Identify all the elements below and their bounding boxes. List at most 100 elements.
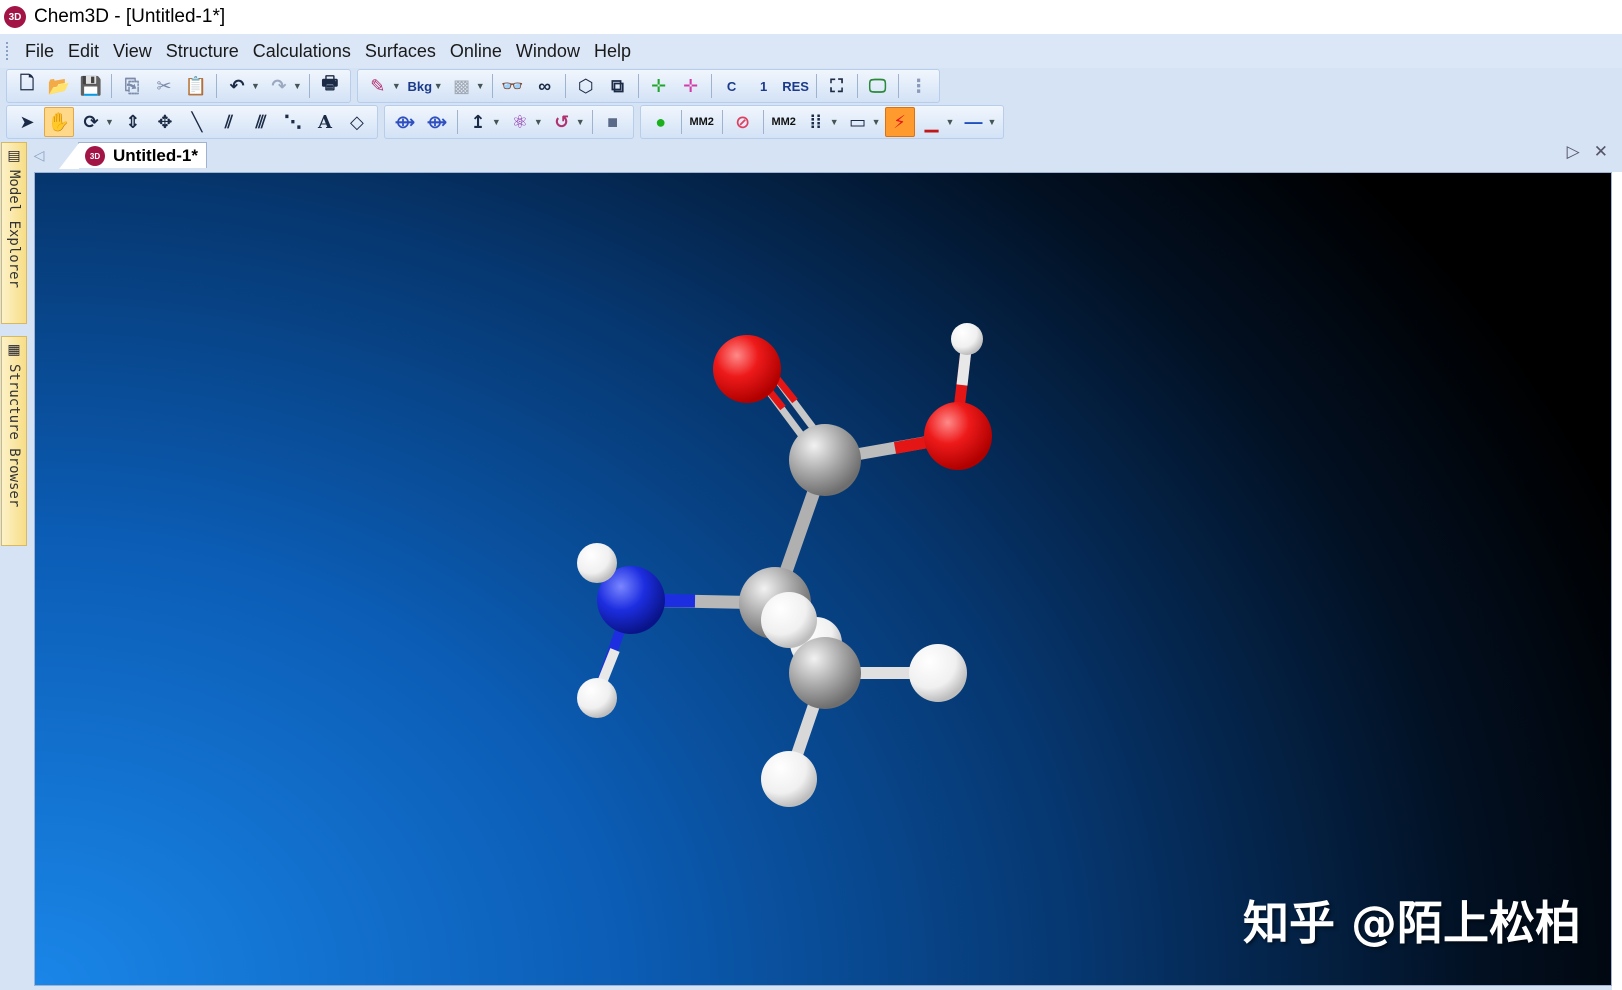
double-bond-icon[interactable]: ⫽ xyxy=(214,107,244,137)
structure-browser-icon: ▦ xyxy=(7,341,21,357)
zoom-icon[interactable]: ⇕ xyxy=(118,107,148,137)
model-canvas[interactable]: 知乎 @陌上松柏 xyxy=(34,172,1612,986)
triple-bond-icon[interactable]: ⫻ xyxy=(246,107,276,137)
close-document-icon[interactable]: ✕ xyxy=(1594,142,1608,162)
model-toolbar: ⟴ ⟴ ↥ ▼ ⚛ ▼ ↺ ▼ ■ xyxy=(383,105,634,139)
atom-h-amine-2 xyxy=(577,678,617,718)
window-right-edge xyxy=(1612,172,1622,990)
model-explorer-icon: ▤ xyxy=(7,147,21,163)
atom-h-amine-1 xyxy=(577,543,617,583)
atom-carbon-beta xyxy=(789,637,861,709)
window-title: Chem3D - [Untitled-1*] xyxy=(34,6,226,27)
building-toolbar-row: ➤ ✋ ⟳ ▼ ⇕ ✥ ╲ ⫽ ⫻ ⋱ A ◇ ⟴ ⟴ ↥ ▼ ⚛ ▼ ↺ ▼ ■ ● … xyxy=(0,104,1622,140)
axis-icon[interactable]: ↥ xyxy=(463,107,493,137)
menu-bar: File Edit View Structure Calculations Su… xyxy=(0,34,1622,68)
select-arrow-icon[interactable]: ➤ xyxy=(12,107,42,137)
presentation-icon[interactable]: 🖵 xyxy=(863,71,893,101)
open-folder-icon[interactable]: 📂 xyxy=(44,71,74,101)
line-width-icon[interactable]: ― xyxy=(958,107,988,137)
background-color-button[interactable]: Bkg xyxy=(405,71,435,101)
mm2-minimize-button[interactable]: MM2 xyxy=(687,107,717,137)
single-bond-icon[interactable]: ╲ xyxy=(182,107,212,137)
hand-pan-icon[interactable]: ✋ xyxy=(44,107,74,137)
more-options-icon[interactable]: ⋮ xyxy=(904,71,934,101)
rotate-x-icon[interactable]: ⟴ xyxy=(390,107,420,137)
show-carbon-labels-button[interactable]: C xyxy=(717,71,747,101)
scroll-tabs-right-icon[interactable]: ▷ xyxy=(1567,142,1580,162)
rotation-dial-dropdown-icon[interactable]: ▼ xyxy=(576,117,585,127)
text-tool-icon[interactable]: A xyxy=(310,107,340,137)
menu-edit[interactable]: Edit xyxy=(61,41,106,62)
menu-help[interactable]: Help xyxy=(587,41,638,62)
dashed-bond-icon[interactable]: ⋱ xyxy=(278,107,308,137)
menu-surfaces[interactable]: Surfaces xyxy=(358,41,443,62)
surface-icon[interactable]: ▁ xyxy=(917,107,947,137)
copy-icon[interactable]: ⎘ xyxy=(117,71,147,101)
structure-browser-tab[interactable]: ▦ Structure Browser xyxy=(1,336,27,546)
stereo-glasses-icon[interactable]: 👓 xyxy=(498,71,528,101)
lightning-icon[interactable]: ⚡ xyxy=(884,107,915,137)
move-view-icon[interactable]: ✛ xyxy=(676,71,706,101)
model-explorer-tab[interactable]: ▤ Model Explorer xyxy=(1,142,27,324)
show-serial-numbers-button[interactable]: 1 xyxy=(749,71,779,101)
save-icon[interactable]: 💾 xyxy=(76,71,106,101)
fit-icon[interactable]: ⧉ xyxy=(603,71,633,101)
print-icon[interactable]: 🖶 xyxy=(315,71,345,101)
spectrum-dropdown-icon[interactable]: ▼ xyxy=(830,117,839,127)
color-picker-icon[interactable]: ✎ xyxy=(363,71,393,101)
fullscreen-icon[interactable]: ⛶ xyxy=(822,71,852,101)
no-clean-icon[interactable]: ⊘ xyxy=(728,107,758,137)
document-tab-strip: ◁ 3D Untitled-1* ▷ ✕ xyxy=(30,140,1622,169)
redo-icon[interactable]: ↷ xyxy=(264,71,294,101)
menu-structure[interactable]: Structure xyxy=(159,41,246,62)
gradient-dropdown-icon[interactable]: ▼ xyxy=(476,81,485,91)
paste-icon[interactable]: 📋 xyxy=(181,71,211,101)
menu-file[interactable]: File xyxy=(18,41,61,62)
rotation-dial-icon[interactable]: ↺ xyxy=(547,107,577,137)
surface-dropdown-icon[interactable]: ▼ xyxy=(946,117,955,127)
stereo-pair-icon[interactable]: ∞ xyxy=(530,71,560,101)
move-model-icon[interactable]: ✛ xyxy=(644,71,674,101)
axis-dropdown-icon[interactable]: ▼ xyxy=(492,117,501,127)
line-width-dropdown-icon[interactable]: ▼ xyxy=(987,117,996,127)
redo-dropdown-icon[interactable]: ▼ xyxy=(293,81,302,91)
standard-toolbar-row: 🗋 📂 💾 ⎘ ✂ 📋 ↶ ▼ ↷ ▼ 🖶 ✎ ▼ Bkg ▼ ▩ ▼ 👓 ∞ ⬡ ⧉ ✛ xyxy=(0,68,1622,104)
rotate-dropdown-icon[interactable]: ▼ xyxy=(105,117,114,127)
undo-icon[interactable]: ↶ xyxy=(222,71,252,101)
stop-icon[interactable]: ■ xyxy=(598,107,628,137)
menu-window[interactable]: Window xyxy=(509,41,587,62)
table-dropdown-icon[interactable]: ▼ xyxy=(872,117,881,127)
menu-online[interactable]: Online xyxy=(443,41,509,62)
rotate-y-icon[interactable]: ⟴ xyxy=(422,107,452,137)
perspective-icon[interactable]: ⬡ xyxy=(571,71,601,101)
structure-browser-label: Structure Browser xyxy=(6,364,22,508)
undo-dropdown-icon[interactable]: ▼ xyxy=(251,81,260,91)
molecule-view[interactable] xyxy=(35,173,1612,986)
tab-untitled-1[interactable]: 3D Untitled-1* xyxy=(59,142,207,169)
document-tab-label: Untitled-1* xyxy=(113,145,198,165)
gradient-icon[interactable]: ▩ xyxy=(447,71,477,101)
table-icon[interactable]: ▭ xyxy=(843,107,873,137)
rotate-icon[interactable]: ⟳ xyxy=(76,107,106,137)
scroll-tabs-left-icon[interactable]: ◁ xyxy=(30,142,48,168)
show-residues-button[interactable]: RES xyxy=(781,71,811,101)
view-toolbar: ✎ ▼ Bkg ▼ ▩ ▼ 👓 ∞ ⬡ ⧉ ✛ ✛ C 1 RES ⛶ 🖵 ⋮ xyxy=(356,69,940,103)
spectrum-icon[interactable]: ⁞⁞ xyxy=(801,107,831,137)
new-file-icon[interactable]: 🗋 xyxy=(12,71,42,101)
title-bar: 3D Chem3D - [Untitled-1*] xyxy=(0,0,1622,34)
chem3d-app-icon[interactable]: 3D xyxy=(4,6,26,28)
mm2-dynamics-button[interactable]: MM2 xyxy=(769,107,799,137)
bkg-dropdown-icon[interactable]: ▼ xyxy=(434,81,443,91)
model-display-dropdown-icon[interactable]: ▼ xyxy=(534,117,543,127)
cut-icon[interactable]: ✂ xyxy=(149,71,179,101)
model-display-icon[interactable]: ⚛ xyxy=(505,107,535,137)
menubar-grip[interactable] xyxy=(6,42,10,60)
atom-h-methyl-bottom xyxy=(761,751,817,807)
eraser-icon[interactable]: ◇ xyxy=(342,107,372,137)
menu-calculations[interactable]: Calculations xyxy=(246,41,358,62)
green-dot-icon[interactable]: ● xyxy=(646,107,676,137)
tab-strip-controls: ▷ ✕ xyxy=(1567,142,1608,162)
menu-view[interactable]: View xyxy=(106,41,159,62)
color-dropdown-icon[interactable]: ▼ xyxy=(392,81,401,91)
translate-icon[interactable]: ✥ xyxy=(150,107,180,137)
